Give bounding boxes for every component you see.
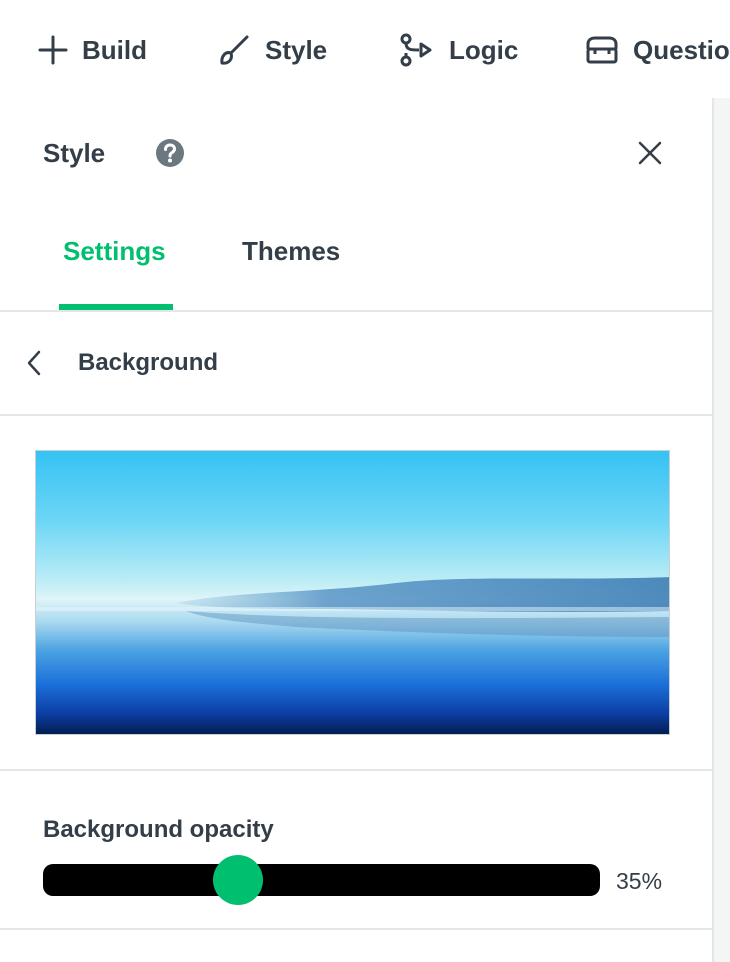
background-image-preview[interactable] — [35, 450, 670, 735]
opacity-slider-thumb[interactable] — [212, 855, 263, 905]
opacity-label: Background opacity — [43, 816, 274, 843]
tab-settings[interactable]: Settings — [63, 236, 166, 267]
opacity-value: 35% — [616, 868, 663, 894]
section-divider — [0, 414, 712, 416]
nav-question-bank[interactable]: Questio — [585, 30, 730, 70]
question-bank-icon — [586, 36, 618, 64]
scrollbar-track[interactable] — [712, 98, 730, 962]
opacity-slider[interactable] — [43, 855, 600, 905]
top-navigation: Build Style Logic Questio — [0, 0, 730, 99]
nav-build[interactable]: Build — [38, 30, 147, 70]
brush-icon — [220, 35, 249, 65]
tab-themes[interactable]: Themes — [242, 236, 340, 267]
nav-logic[interactable]: Logic — [399, 30, 518, 70]
bottom-divider — [0, 928, 712, 930]
nav-style[interactable]: Style — [217, 30, 327, 70]
nav-build-label: Build — [82, 34, 147, 65]
nav-logic-label: Logic — [449, 34, 519, 65]
chevron-left-icon[interactable] — [24, 348, 44, 378]
help-icon[interactable] — [155, 138, 185, 168]
style-panel: Style Settings Themes Background Backgro… — [0, 98, 712, 962]
background-section-header[interactable]: Background — [0, 312, 712, 414]
branch-icon — [400, 33, 432, 67]
nav-question-bank-label: Questio — [633, 34, 730, 65]
nav-style-label: Style — [265, 34, 328, 65]
panel-title: Style — [43, 138, 106, 168]
plus-icon — [38, 35, 68, 65]
landscape-image — [36, 451, 669, 734]
image-divider — [0, 769, 712, 771]
section-title: Background — [78, 349, 219, 376]
close-icon[interactable] — [635, 138, 665, 168]
